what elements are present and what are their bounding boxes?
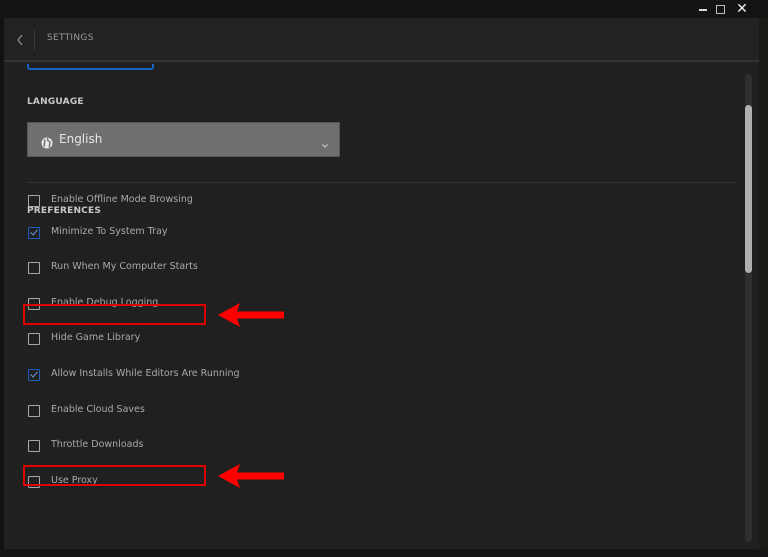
preference-label: Run When My Computer Starts bbox=[51, 261, 198, 272]
arrow-annotation-icon bbox=[218, 303, 284, 327]
preference-row[interactable]: Run When My Computer Starts bbox=[27, 259, 327, 277]
checkbox-unchecked[interactable] bbox=[28, 440, 40, 452]
preference-label: Enable Cloud Saves bbox=[51, 404, 145, 415]
chevron-left-icon bbox=[14, 30, 28, 50]
preference-row[interactable]: Enable Cloud Saves bbox=[27, 402, 327, 420]
checkbox-unchecked[interactable] bbox=[28, 405, 40, 417]
checkbox-checked[interactable] bbox=[28, 227, 40, 239]
window-edge-bottom bbox=[0, 549, 768, 557]
title-bar: ✕ bbox=[0, 0, 768, 18]
settings-content: LANGUAGE English PREFERENCES Enable Offl… bbox=[4, 64, 759, 549]
preference-row[interactable]: Throttle Downloads bbox=[27, 437, 327, 455]
partial-button[interactable] bbox=[27, 64, 154, 70]
preference-row[interactable]: Minimize To System Tray bbox=[27, 224, 327, 242]
section-divider bbox=[27, 182, 737, 183]
highlight-cloud-saves bbox=[23, 465, 206, 486]
globe-icon bbox=[41, 134, 53, 149]
settings-window: SETTINGS LANGUAGE English PREFERENCES En… bbox=[4, 18, 759, 549]
header: SETTINGS bbox=[4, 18, 759, 62]
language-label: LANGUAGE bbox=[27, 97, 84, 107]
preference-row[interactable]: Allow Installs While Editors Are Running bbox=[27, 366, 327, 384]
language-value: English bbox=[59, 132, 103, 146]
maximize-button[interactable] bbox=[714, 2, 726, 16]
back-button[interactable] bbox=[14, 30, 28, 50]
preference-label: Hide Game Library bbox=[51, 332, 141, 343]
checkbox-unchecked[interactable] bbox=[28, 195, 40, 207]
highlight-run-on-startup bbox=[23, 304, 206, 325]
language-select[interactable]: English bbox=[27, 122, 340, 157]
preference-row[interactable]: Hide Game Library bbox=[27, 330, 327, 348]
chevron-down-icon bbox=[321, 135, 329, 148]
preference-label: Minimize To System Tray bbox=[51, 226, 168, 237]
arrow-annotation-icon bbox=[218, 464, 284, 488]
preference-label: Allow Installs While Editors Are Running bbox=[51, 368, 240, 379]
page-title: SETTINGS bbox=[47, 33, 94, 43]
preference-row[interactable]: Enable Offline Mode Browsing bbox=[27, 192, 327, 210]
checkbox-checked[interactable] bbox=[28, 369, 40, 381]
checkbox-unchecked[interactable] bbox=[28, 262, 40, 274]
checkbox-unchecked[interactable] bbox=[28, 333, 40, 345]
preference-label: Throttle Downloads bbox=[51, 439, 144, 450]
scrollbar-thumb[interactable] bbox=[745, 105, 752, 273]
header-divider bbox=[34, 30, 35, 50]
close-button[interactable]: ✕ bbox=[735, 2, 749, 16]
minimize-button[interactable] bbox=[697, 2, 709, 16]
window-edge bbox=[759, 18, 768, 557]
preference-label: Enable Offline Mode Browsing bbox=[51, 194, 193, 205]
